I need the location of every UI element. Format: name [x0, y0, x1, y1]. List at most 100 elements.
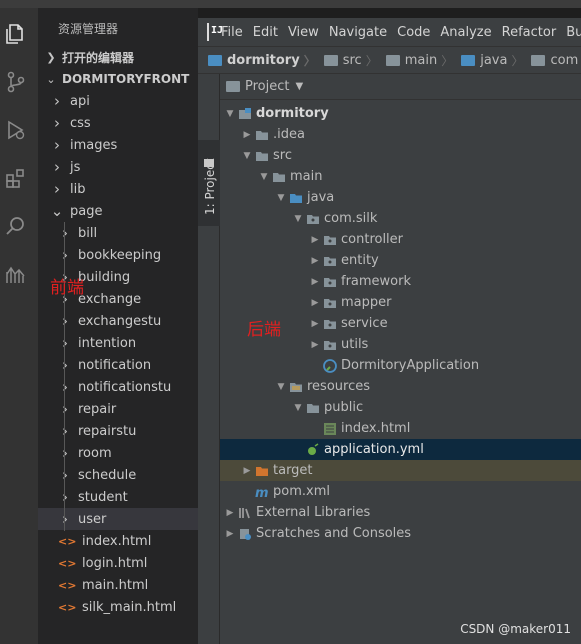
tree-node-file[interactable]: application.yml: [220, 439, 581, 460]
chevron-right-icon: ›: [54, 180, 60, 198]
tree-node-class[interactable]: DormitoryApplication: [220, 355, 581, 376]
tree-node-package[interactable]: ▶ mapper: [220, 292, 581, 313]
tree-node-label: target: [273, 463, 313, 478]
project-side-tab[interactable]: 1: Project: [198, 140, 220, 226]
source-control-icon[interactable]: [4, 70, 28, 94]
chart-icon[interactable]: [4, 262, 28, 286]
chevron-down-icon[interactable]: ▼: [273, 382, 289, 392]
chevron-down-icon[interactable]: ▼: [290, 403, 306, 413]
chevron-down-icon[interactable]: ▼: [222, 109, 238, 119]
explorer-folder[interactable]: › js: [38, 156, 198, 178]
tree-node-package[interactable]: ▶ entity: [220, 250, 581, 271]
chevron-right-icon[interactable]: ▶: [239, 466, 255, 476]
explorer-folder[interactable]: › repair: [38, 398, 198, 420]
menu-analyze[interactable]: Analyze: [440, 25, 491, 40]
tree-node-libraries[interactable]: ▶ External Libraries: [220, 502, 581, 523]
tree-node-resources-folder[interactable]: ▼ resources: [220, 376, 581, 397]
svg-text:m: m: [255, 486, 269, 499]
tree-node-file[interactable]: index.html: [220, 418, 581, 439]
explorer-file[interactable]: <> login.html: [38, 552, 198, 574]
explorer-file[interactable]: <> silk_main.html: [38, 596, 198, 618]
explorer-folder[interactable]: › api: [38, 90, 198, 112]
chevron-down-icon[interactable]: ▼: [290, 214, 306, 224]
chevron-down-icon[interactable]: ▼: [239, 151, 255, 161]
chevron-down-icon[interactable]: ▼: [273, 193, 289, 203]
chevron-right-icon[interactable]: ▶: [222, 508, 238, 518]
chevron-right-icon[interactable]: ▶: [307, 319, 323, 329]
tree-node-module[interactable]: ▼ dormitory: [220, 103, 581, 124]
spring-class-icon: [323, 358, 337, 373]
menu-edit[interactable]: Edit: [253, 25, 278, 40]
search-icon[interactable]: [4, 214, 28, 238]
chevron-right-icon[interactable]: ▶: [307, 340, 323, 350]
tree-node-folder[interactable]: ▼ src: [220, 145, 581, 166]
chevron-right-icon: ›: [62, 400, 68, 418]
tree-node-package[interactable]: ▶ controller: [220, 229, 581, 250]
explorer-item-label: api: [70, 93, 90, 109]
tree-node-folder[interactable]: ▼ main: [220, 166, 581, 187]
menu-refactor[interactable]: Refactor: [502, 25, 557, 40]
chevron-right-icon: ›: [62, 444, 68, 462]
chevron-right-icon[interactable]: ▶: [222, 529, 238, 539]
root-folder-row[interactable]: ⌄ DORMITORYFRONT: [38, 68, 198, 90]
chevron-right-icon: ›: [62, 466, 68, 484]
open-editors-section[interactable]: ❯ 打开的编辑器: [38, 46, 198, 68]
breadcrumb-item[interactable]: dormitory 〉: [198, 52, 316, 69]
explorer-folder[interactable]: › student: [38, 486, 198, 508]
explorer-item-label: exchange: [78, 291, 142, 307]
files-icon[interactable]: [4, 22, 28, 46]
breadcrumb: dormitory〉 src〉 main〉 java〉 com〉 silk〉 f…: [198, 46, 581, 74]
tree-node-folder[interactable]: ▼ public: [220, 397, 581, 418]
chevron-right-icon[interactable]: ▶: [239, 130, 255, 140]
menu-view[interactable]: View: [288, 25, 319, 40]
breadcrumb-item[interactable]: java 〉: [453, 52, 523, 69]
explorer-folder[interactable]: › user: [38, 508, 198, 530]
explorer-folder[interactable]: › bookkeeping: [38, 244, 198, 266]
breadcrumb-item[interactable]: src 〉: [316, 52, 378, 69]
module-folder-icon: [208, 54, 222, 66]
menu-build[interactable]: Bu: [566, 25, 581, 40]
chevron-right-icon: ›: [62, 378, 68, 396]
resources-folder-icon: [289, 380, 303, 394]
explorer-file[interactable]: <> main.html: [38, 574, 198, 596]
explorer-folder[interactable]: ⌄ page: [38, 200, 198, 222]
explorer-folder[interactable]: › notification: [38, 354, 198, 376]
chevron-right-icon: ›: [62, 246, 68, 264]
explorer-folder[interactable]: › lib: [38, 178, 198, 200]
chevron-down-icon[interactable]: ▼: [256, 172, 272, 182]
tree-node-package[interactable]: ▼ com.silk: [220, 208, 581, 229]
tree-node-source-folder[interactable]: ▼ java: [220, 187, 581, 208]
tree-node-file[interactable]: m pom.xml: [220, 481, 581, 502]
extensions-icon[interactable]: [4, 166, 28, 190]
menu-navigate[interactable]: Navigate: [329, 25, 387, 40]
explorer-folder[interactable]: › repairstu: [38, 420, 198, 442]
tree-node-package[interactable]: ▶ framework: [220, 271, 581, 292]
explorer-folder[interactable]: › intention: [38, 332, 198, 354]
tree-node-folder[interactable]: ▶ target: [220, 460, 581, 481]
chevron-right-icon[interactable]: ▶: [307, 256, 323, 266]
explorer-folder[interactable]: › room: [38, 442, 198, 464]
explorer-folder[interactable]: › notificationstu: [38, 376, 198, 398]
explorer-folder[interactable]: › images: [38, 134, 198, 156]
folder-icon: [323, 54, 338, 66]
explorer-folder[interactable]: › schedule: [38, 464, 198, 486]
tree-node-scratches[interactable]: ▶ Scratches and Consoles: [220, 523, 581, 544]
tree-node-folder[interactable]: ▶ .idea: [220, 124, 581, 145]
explorer-folder[interactable]: › css: [38, 112, 198, 134]
explorer-folder[interactable]: › bill: [38, 222, 198, 244]
run-debug-icon[interactable]: [4, 118, 28, 142]
menu-code[interactable]: Code: [397, 25, 430, 40]
chevron-right-icon[interactable]: ▶: [307, 298, 323, 308]
project-tree: ▼ dormitory ▶ .idea ▼ src ▼ main ▼ java ▼ com.silk ▶…: [220, 100, 581, 644]
breadcrumb-item[interactable]: main 〉: [378, 52, 453, 69]
chevron-right-icon[interactable]: ▶: [307, 277, 323, 287]
menu-file[interactable]: File: [221, 25, 243, 40]
project-toolwindow-header[interactable]: Project ▼: [220, 74, 581, 100]
chevron-down-icon: ⌄: [46, 72, 56, 86]
tree-node-label: pom.xml: [273, 484, 330, 499]
explorer-file[interactable]: <> index.html: [38, 530, 198, 552]
breadcrumb-item[interactable]: com〉: [523, 52, 581, 69]
chevron-right-icon[interactable]: ▶: [307, 235, 323, 245]
explorer-folder[interactable]: › exchangestu: [38, 310, 198, 332]
project-icon: [226, 81, 240, 92]
